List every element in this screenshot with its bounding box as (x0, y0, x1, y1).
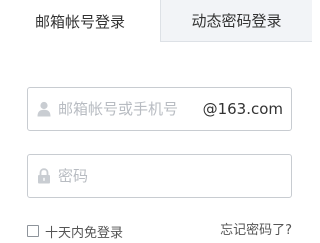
email-domain-suffix: @163.com (202, 100, 283, 118)
tab-dynamic-password-login-label: 动态密码登录 (191, 12, 282, 30)
user-icon (37, 101, 51, 117)
password-field[interactable] (27, 154, 292, 198)
password-input[interactable] (58, 161, 291, 191)
tab-dynamic-password-login[interactable]: 动态密码登录 (160, 0, 312, 42)
tab-email-login[interactable]: 邮箱帐号登录 (0, 0, 160, 42)
lock-icon (37, 168, 51, 184)
account-input[interactable] (58, 94, 203, 124)
forgot-password-link[interactable]: 忘记密码了? (220, 222, 292, 240)
tab-email-login-label: 邮箱帐号登录 (34, 12, 125, 31)
remember-checkbox[interactable] (27, 225, 39, 237)
remember-label: 十天内免登录 (45, 225, 124, 241)
login-panel: 邮箱帐号登录 动态密码登录 @163.com 十天内免登录 忘记密码了? (0, 0, 312, 243)
login-tabs: 邮箱帐号登录 动态密码登录 (0, 0, 312, 42)
account-field[interactable]: @163.com (27, 87, 292, 131)
remember-login-option[interactable]: 十天内免登录 (27, 222, 124, 241)
